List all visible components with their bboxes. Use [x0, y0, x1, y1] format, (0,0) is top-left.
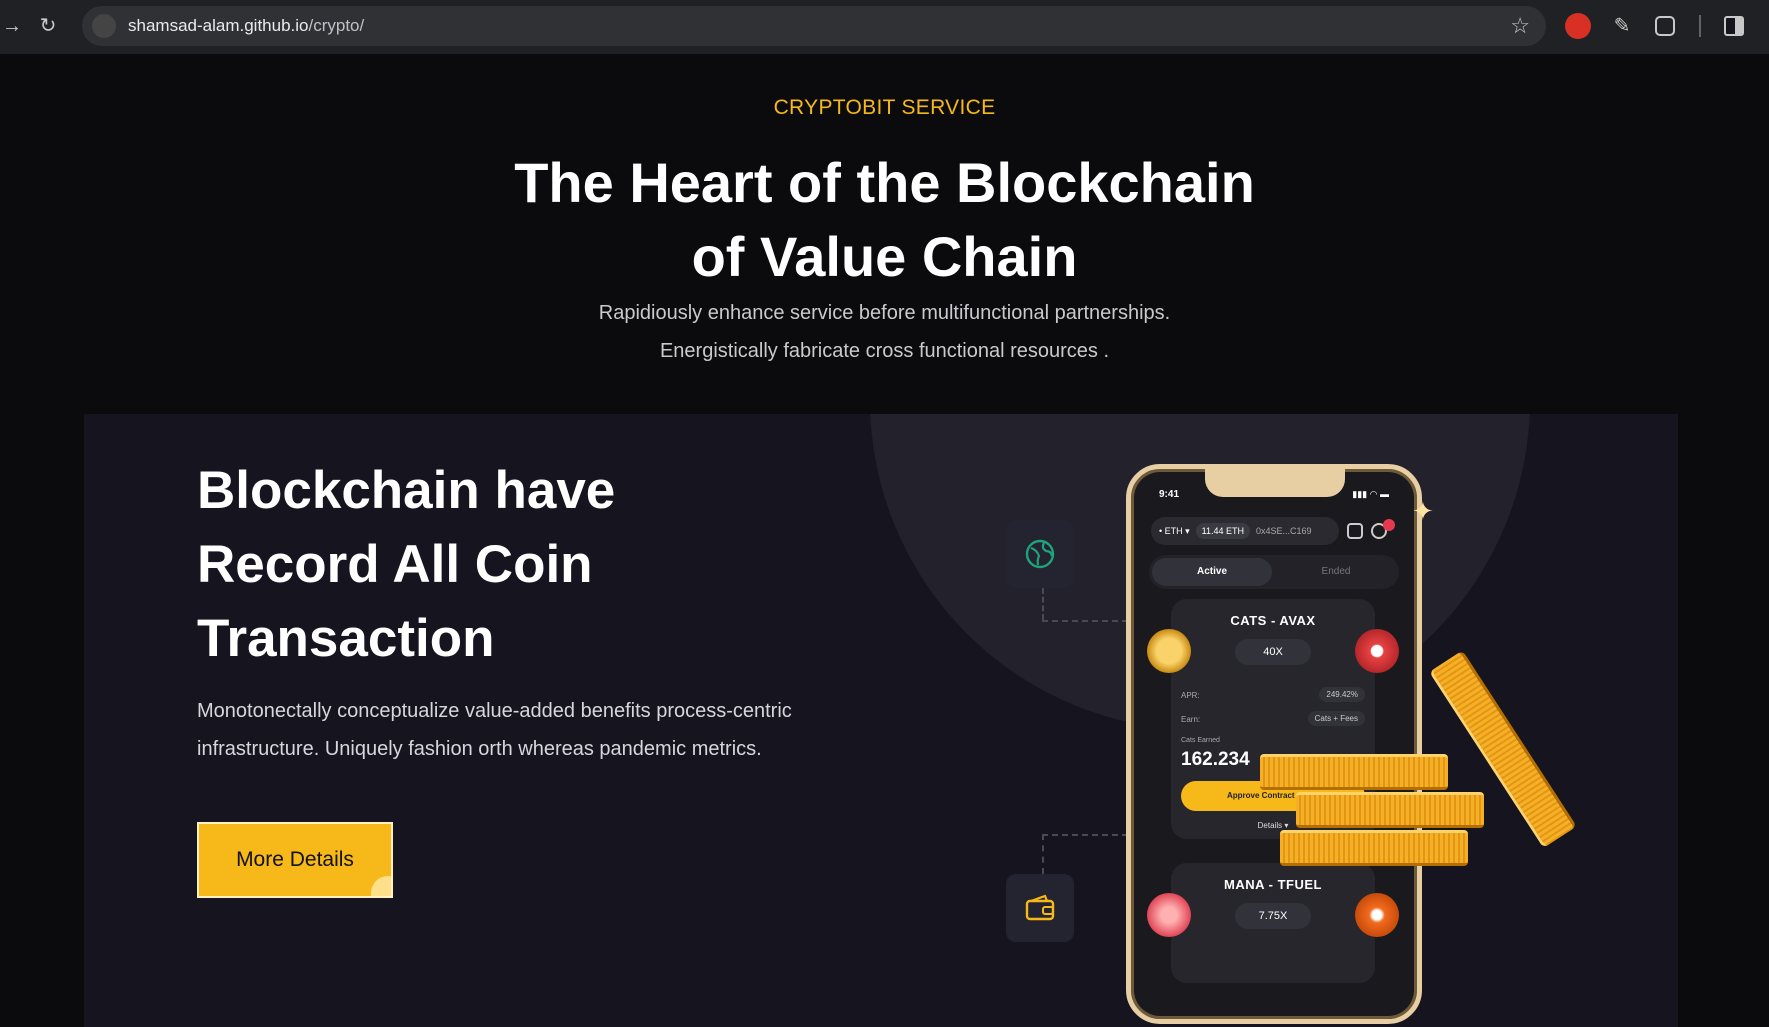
- apr-value: 249.42%: [1319, 687, 1365, 702]
- forward-icon[interactable]: →: [0, 14, 24, 38]
- feature-panel: Blockchain have Record All Coin Transact…: [84, 414, 1678, 1027]
- swap-icon: [1347, 523, 1363, 539]
- pool-card-mana-tfuel: MANA - TFUEL 7.75X: [1147, 863, 1399, 983]
- connector-line: [1042, 834, 1044, 874]
- gold-coin-stack: [1280, 830, 1468, 866]
- pool-multiplier: 40X: [1235, 639, 1311, 665]
- wallet-icon: [1025, 894, 1055, 921]
- gold-coin-stack: [1296, 792, 1484, 828]
- url-text[interactable]: shamsad-alam.github.io/crypto/: [128, 16, 364, 36]
- tab-ended: Ended: [1321, 566, 1351, 577]
- apr-label: APR:: [1181, 691, 1200, 700]
- pool-name: MANA - TFUEL: [1224, 877, 1322, 892]
- feature-title: Blockchain have Record All Coin Transact…: [197, 461, 616, 668]
- wallet-address: 0x4SE...C169: [1256, 526, 1312, 536]
- pool-tabs: Active Ended: [1149, 555, 1399, 589]
- globe-tile: [1006, 520, 1074, 588]
- pool-name: CATS - AVAX: [1230, 613, 1316, 628]
- hero-title: The Heart of the Blockchain of Value Cha…: [514, 151, 1255, 288]
- tab-active: Active: [1152, 558, 1272, 586]
- earn-value: Cats + Fees: [1307, 711, 1365, 726]
- browser-toolbar: → ↻ shamsad-alam.github.io/crypto/ ☆ ✎: [0, 0, 1769, 54]
- extensions-puzzle-icon[interactable]: [1655, 16, 1675, 36]
- connector-line: [1042, 834, 1128, 836]
- mana-coin-icon: [1147, 893, 1191, 937]
- avax-coin-icon: [1355, 629, 1399, 673]
- tfuel-coin-icon: [1355, 893, 1399, 937]
- earned-value: 162.234: [1181, 749, 1250, 770]
- notification-badge: [1383, 519, 1395, 531]
- bookmark-star-icon[interactable]: ☆: [1510, 14, 1530, 38]
- earn-label: Earn:: [1181, 715, 1201, 724]
- eyedropper-extension-icon[interactable]: ✎: [1609, 13, 1635, 39]
- pool-multiplier: 7.75X: [1235, 903, 1311, 929]
- stop-extension-icon[interactable]: [1565, 13, 1591, 39]
- earned-label: Cats Earned: [1181, 737, 1220, 744]
- page-content: CRYPTOBIT SERVICE The Heart of the Block…: [0, 54, 1769, 1027]
- section-eyebrow: CRYPTOBIT SERVICE: [773, 96, 996, 119]
- more-details-button[interactable]: More Details: [197, 822, 393, 898]
- phone-mockup: 9:41 ▮▮▮ ◠ ▬ • ETH ▾ 11.44 ETH 0x4SE...C…: [1126, 464, 1422, 1024]
- phone-status-icons: ▮▮▮ ◠ ▬: [1352, 489, 1389, 499]
- globe-icon: [1025, 539, 1055, 569]
- phone-notch: [1205, 469, 1345, 497]
- eth-balance: 11.44 ETH: [1195, 523, 1251, 539]
- network-select: • ETH ▾: [1159, 525, 1190, 536]
- site-info-icon[interactable]: [92, 14, 116, 38]
- sparkle-icon: ✦: [1412, 496, 1434, 526]
- side-panel-icon[interactable]: [1724, 16, 1744, 36]
- phone-time: 9:41: [1159, 489, 1180, 500]
- cats-coin-icon: [1147, 629, 1191, 673]
- connector-line: [1042, 588, 1044, 620]
- wallet-bar: • ETH ▾ 11.44 ETH 0x4SE...C169: [1151, 517, 1339, 545]
- toolbar-divider: [1699, 15, 1701, 37]
- connector-line: [1042, 620, 1128, 622]
- wallet-tile: [1006, 874, 1074, 942]
- reload-icon[interactable]: ↻: [36, 14, 60, 38]
- hero-subtitle: Rapidiously enhance service before multi…: [598, 302, 1171, 362]
- address-bar[interactable]: shamsad-alam.github.io/crypto/ ☆: [82, 6, 1546, 46]
- feature-description: Monotonectally conceptualize value-added…: [197, 700, 792, 760]
- gold-coin-stack: [1260, 754, 1448, 790]
